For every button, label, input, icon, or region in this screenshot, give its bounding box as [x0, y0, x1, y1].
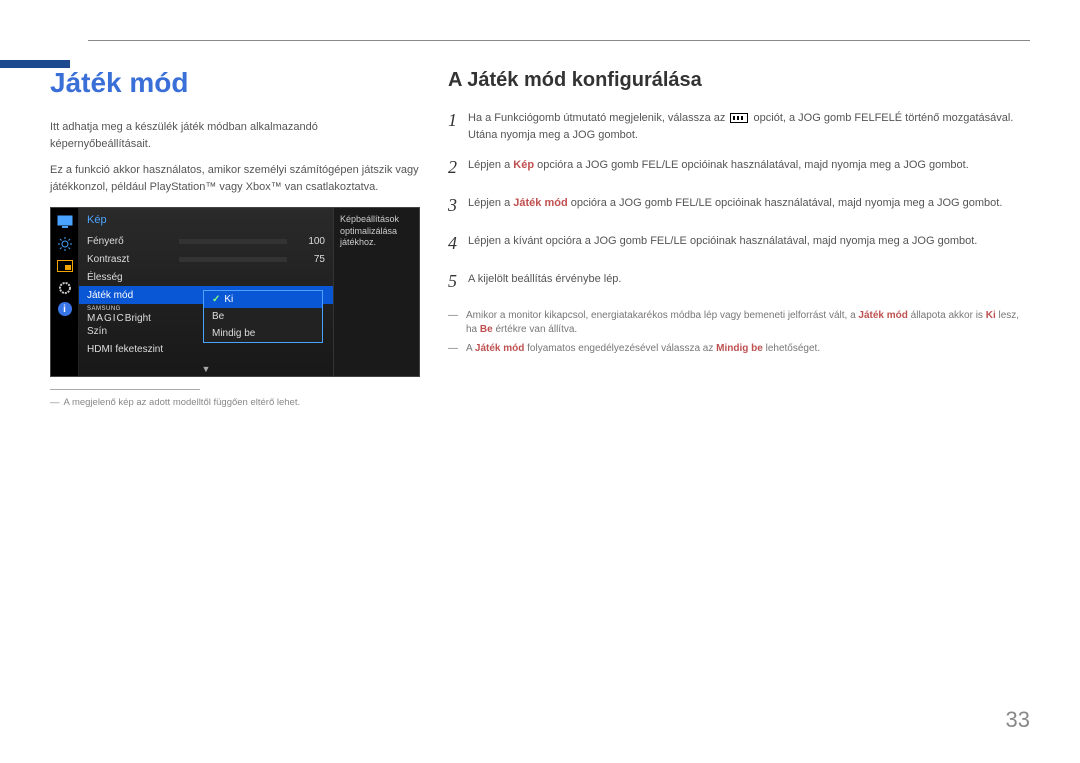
osd-contrast-label: Kontraszt — [87, 254, 179, 265]
brightness-bar — [179, 239, 287, 244]
step-text-1: Ha a Funkciógomb útmutató megjelenik, vá… — [468, 110, 1030, 143]
pip-icon — [57, 258, 73, 274]
osd-main: Kép Fényerő 100 Kontraszt 75 Élesség Ját… — [79, 208, 333, 376]
info-icon: i — [58, 302, 72, 316]
notes-block: ― Amikor a monitor kikapcsol, energiatak… — [448, 309, 1030, 356]
step-num-1: 1 — [448, 107, 468, 134]
check-icon: ✓ — [212, 294, 220, 305]
note-2: ― A Játék mód folyamatos engedélyezéséve… — [448, 342, 1030, 356]
osd-screenshot: i Kép Fényerő 100 Kontraszt 75 Élesség — [50, 207, 420, 377]
menu-icon — [730, 113, 748, 123]
step-num-4: 4 — [448, 230, 468, 257]
chevron-down-icon: ▼ — [202, 364, 211, 374]
page-number: 33 — [1006, 707, 1030, 733]
contrast-value: 75 — [297, 254, 325, 265]
gear-icon — [57, 280, 73, 296]
step-3: 3 Lépjen a Játék mód opcióra a JOG gomb … — [448, 195, 1030, 219]
brightness-value: 100 — [297, 236, 325, 247]
osd-sidebar: i — [51, 208, 79, 376]
osd-option-ki: ✓Ki — [204, 291, 322, 308]
step-2: 2 Lépjen a Kép opcióra a JOG gomb FEL/LE… — [448, 157, 1030, 181]
osd-description: Képbeállítások optimalizálása játékhoz. — [333, 208, 419, 376]
intro-paragraph-1: Itt adhatja meg a készülék játék módban … — [50, 119, 420, 152]
contrast-bar — [179, 257, 287, 262]
step-text-2: Lépjen a Kép opcióra a JOG gomb FEL/LE o… — [468, 157, 1030, 174]
brightness-icon — [57, 236, 73, 252]
intro-paragraph-2: Ez a funkció akkor használatos, amikor s… — [50, 162, 420, 195]
footnote-rule — [50, 389, 200, 390]
step-num-3: 3 — [448, 192, 468, 219]
osd-brightness-label: Fényerő — [87, 236, 179, 247]
step-1: 1 Ha a Funkciógomb útmutató megjelenik, … — [448, 110, 1030, 143]
osd-game-mode-label: Játék mód — [87, 290, 179, 301]
osd-option-mindig-be: Mindig be — [204, 325, 322, 342]
osd-option-popup: ✓Ki Be Mindig be — [203, 290, 323, 343]
header-accent-bar — [0, 60, 70, 68]
osd-color-label: Szín — [87, 326, 179, 337]
osd-menu-title: Kép — [79, 212, 333, 232]
osd-row-contrast: Kontraszt 75 — [79, 250, 333, 268]
step-num-5: 5 — [448, 268, 468, 295]
step-text-4: Lépjen a kívánt opcióra a JOG gomb FEL/L… — [468, 233, 1030, 250]
osd-row-brightness: Fényerő 100 — [79, 232, 333, 250]
osd-magicbright-label: SAMSUNGMAGICBright — [87, 302, 179, 324]
section-title: A Játék mód konfigurálása — [448, 69, 1030, 92]
note-1: ― Amikor a monitor kikapcsol, energiatak… — [448, 309, 1030, 337]
page-title: Játék mód — [50, 67, 420, 99]
step-5: 5 A kijelölt beállítás érvénybe lép. — [448, 271, 1030, 295]
osd-footnote: ―A megjelenő kép az adott modelltől függ… — [50, 396, 420, 409]
step-list: 1 Ha a Funkciógomb útmutató megjelenik, … — [448, 110, 1030, 295]
step-num-2: 2 — [448, 154, 468, 181]
step-text-5: A kijelölt beállítás érvénybe lép. — [468, 271, 1030, 288]
osd-hdmi-black-label: HDMI feketeszint — [87, 344, 179, 355]
step-text-3: Lépjen a Játék mód opcióra a JOG gomb FE… — [468, 195, 1030, 212]
monitor-icon — [57, 214, 73, 230]
osd-option-be: Be — [204, 308, 322, 325]
osd-sharpness-label: Élesség — [87, 272, 179, 283]
osd-row-sharpness: Élesség — [79, 268, 333, 286]
header-rule — [88, 40, 1030, 41]
step-4: 4 Lépjen a kívánt opcióra a JOG gomb FEL… — [448, 233, 1030, 257]
